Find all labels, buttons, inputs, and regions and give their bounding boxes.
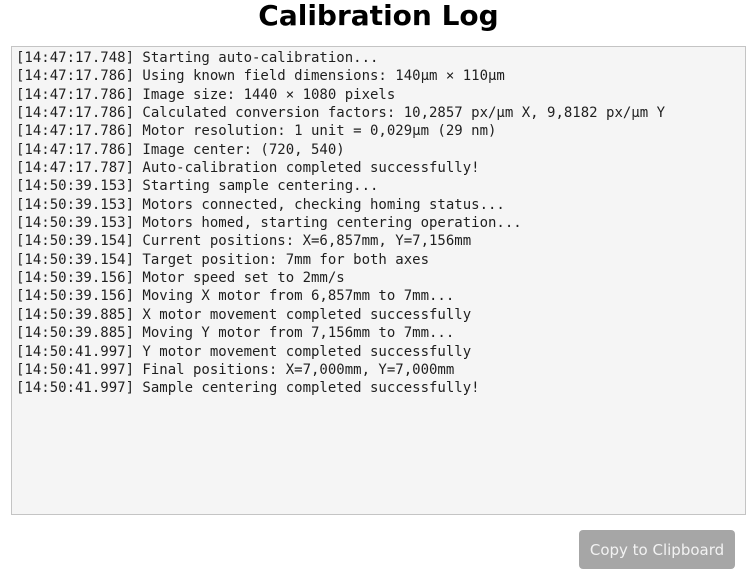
log-line: [14:50:39.156] Moving X motor from 6,857… [16, 288, 455, 305]
log-line: [14:47:17.787] Auto-calibration complete… [16, 160, 480, 177]
log-line: [14:50:39.154] Target position: 7mm for … [16, 251, 430, 268]
log-line: [14:47:17.748] Starting auto-calibration… [16, 50, 379, 66]
log-line: [14:47:17.786] Image size: 1440 × 1080 p… [16, 86, 396, 103]
log-line: [14:50:39.154] Current positions: X=6,85… [16, 233, 472, 250]
log-textarea[interactable]: [14:47:17.748] Starting auto-calibration… [11, 46, 746, 515]
log-line: [14:50:39.885] X motor movement complete… [16, 306, 472, 323]
log-line: [14:47:17.786] Image center: (720, 540) [16, 141, 345, 158]
log-line: [14:50:39.885] Moving Y motor from 7,156… [16, 325, 455, 342]
log-line: [14:50:39.153] Motors connected, checkin… [16, 196, 505, 213]
copy-to-clipboard-button[interactable]: Copy to Clipboard [579, 530, 735, 569]
log-line: [14:50:39.156] Motor speed set to 2mm/s [16, 270, 345, 287]
log-line: [14:47:17.786] Calculated conversion fac… [16, 105, 666, 122]
log-line: [14:47:17.786] Motor resolution: 1 unit … [16, 123, 497, 140]
log-line: [14:50:39.153] Motors homed, starting ce… [16, 215, 522, 232]
log-line: [14:50:41.997] Y motor movement complete… [16, 343, 472, 360]
log-line: [14:47:17.786] Using known field dimensi… [16, 68, 505, 85]
page-title: Calibration Log [258, 0, 499, 32]
log-line: [14:50:39.153] Starting sample centering… [16, 178, 379, 195]
log-line: [14:50:41.997] Sample centering complete… [16, 380, 480, 397]
log-line: [14:50:41.997] Final positions: X=7,000m… [16, 361, 455, 378]
